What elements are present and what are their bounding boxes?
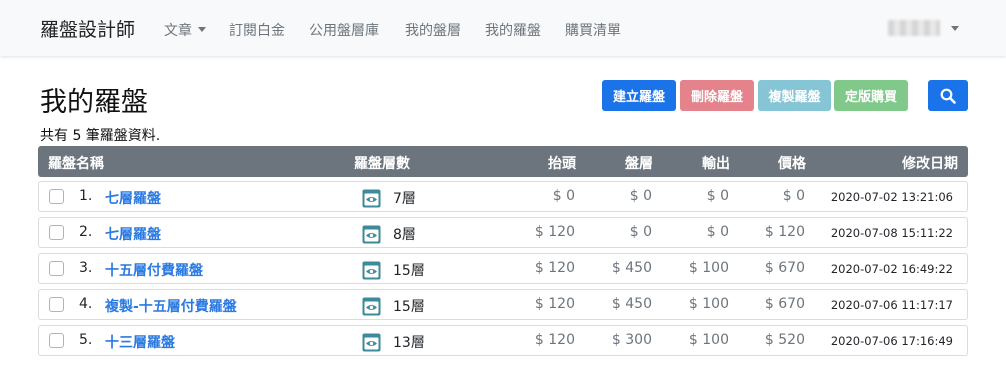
chevron-down-icon [198,27,206,32]
nav-item-my-compasses[interactable]: 我的羅盤 [485,20,541,40]
row-index: 1. [79,188,93,204]
layer-count: 15層 [393,299,425,315]
search-button[interactable] [928,80,968,111]
compass-name-link[interactable]: 複製-十五層付費羅盤 [105,296,237,316]
row-select-checkbox[interactable] [49,189,64,204]
modified-date: 2020-07-06 17:16:49 [830,334,953,348]
search-icon [940,88,956,104]
eye-icon[interactable] [362,261,381,280]
table-row: 4. 複製-十五層付費羅盤 15層 $ 120 $ 450 $ 100 $ 670 2020-… [38,289,968,320]
column-header-price[interactable]: 價格 [778,153,806,173]
record-count: 共有 5 筆羅盤資料. [40,128,161,144]
plate-price: $ 300 [611,332,652,348]
output-price: $ 0 [706,188,729,204]
eye-icon[interactable] [362,333,381,352]
head-price: $ 120 [534,332,575,348]
head-price: $ 120 [534,296,575,312]
layer-count: 7層 [393,191,416,207]
top-navbar: 羅盤設計師 文章 訂閱白金 公用盤層庫 我的盤層 我的羅盤 購買清單 [0,0,1006,56]
head-price: $ 120 [534,260,575,276]
row-index: 2. [79,224,93,240]
output-price: $ 0 [706,224,729,240]
modified-date: 2020-07-06 11:17:17 [830,298,953,312]
user-menu[interactable] [888,20,940,36]
plate-price: $ 0 [629,188,652,204]
column-header-head[interactable]: 抬頭 [548,153,576,173]
table-row: 1. 七層羅盤 7層 $ 0 $ 0 $ 0 $ 0 2020-07-02 13:21:06 [38,181,968,212]
plate-price: $ 450 [611,296,652,312]
total-price: $ 0 [782,188,805,204]
layer-count: 13層 [393,335,425,351]
row-select-checkbox[interactable] [49,261,64,276]
nav-item-purchase-list[interactable]: 購買清單 [565,20,621,40]
plate-price: $ 0 [629,224,652,240]
column-header-modified[interactable]: 修改日期 [902,153,958,173]
chevron-down-icon[interactable] [951,26,959,31]
table-row: 3. 十五層付費羅盤 15層 $ 120 $ 450 $ 100 $ 670 2020-07-… [38,253,968,284]
compass-name-link[interactable]: 十三層羅盤 [105,332,175,352]
output-price: $ 100 [688,332,729,348]
row-index: 5. [79,332,93,348]
delete-compass-button[interactable]: 刪除羅盤 [680,80,754,111]
modified-date: 2020-07-02 13:21:06 [830,190,953,204]
eye-icon[interactable] [362,225,381,244]
nav-item-subscribe[interactable]: 訂閱白金 [229,20,285,40]
compass-name-link[interactable]: 七層羅盤 [105,224,161,244]
row-select-checkbox[interactable] [49,333,64,348]
row-select-checkbox[interactable] [49,297,64,312]
nav-item-articles[interactable]: 文章 [164,20,206,40]
total-price: $ 670 [764,260,805,276]
finalize-purchase-button[interactable]: 定版購買 [834,80,908,111]
column-header-plate[interactable]: 盤層 [625,153,653,173]
column-header-layers[interactable]: 羅盤層數 [354,153,410,173]
total-price: $ 520 [764,332,805,348]
row-select-checkbox[interactable] [49,225,64,240]
nav-item-public-layers[interactable]: 公用盤層庫 [309,20,379,40]
eye-icon[interactable] [362,189,381,208]
table-row: 5. 十三層羅盤 13層 $ 120 $ 300 $ 100 $ 520 2020-07-06… [38,325,968,356]
row-index: 3. [79,260,93,276]
layer-count: 15層 [393,263,425,279]
create-compass-button[interactable]: 建立羅盤 [602,80,676,111]
brand-logo[interactable]: 羅盤設計師 [40,15,135,42]
modified-date: 2020-07-02 16:49:22 [830,262,953,276]
output-price: $ 100 [688,296,729,312]
compass-name-link[interactable]: 十五層付費羅盤 [105,260,203,280]
head-price: $ 120 [534,224,575,240]
plate-price: $ 450 [611,260,652,276]
nav-item-label: 文章 [164,23,192,39]
head-price: $ 0 [552,188,575,204]
eye-icon[interactable] [362,297,381,316]
column-header-name[interactable]: 羅盤名稱 [48,153,104,173]
total-price: $ 670 [764,296,805,312]
column-header-output[interactable]: 輸出 [702,153,730,173]
row-index: 4. [79,296,93,312]
layer-count: 8層 [393,227,416,243]
nav-item-my-layers[interactable]: 我的盤層 [405,20,461,40]
page-title: 我的羅盤 [40,87,148,118]
output-price: $ 100 [688,260,729,276]
table-row: 2. 七層羅盤 8層 $ 120 $ 0 $ 0 $ 120 2020-07-08 15:11… [38,217,968,248]
table-header: 羅盤名稱 羅盤層數 抬頭 盤層 輸出 價格 修改日期 [38,146,968,177]
compass-name-link[interactable]: 七層羅盤 [105,188,161,208]
modified-date: 2020-07-08 15:11:22 [830,226,953,240]
total-price: $ 120 [764,224,805,240]
copy-compass-button[interactable]: 複製羅盤 [758,80,831,111]
